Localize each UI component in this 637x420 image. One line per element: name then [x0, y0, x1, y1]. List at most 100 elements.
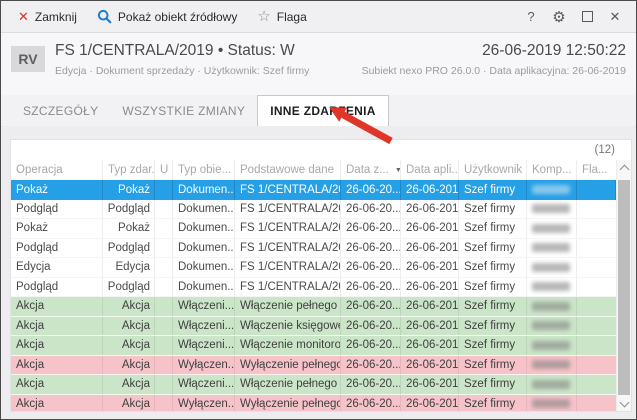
cell-typ-zdarzenia: Akcja	[103, 355, 155, 374]
cell-flaga	[577, 297, 616, 316]
column-header-operacja[interactable]: Operacja	[11, 160, 103, 180]
scrollbar-thumb[interactable]	[618, 180, 630, 395]
cell-operacja: Pokaż	[11, 180, 103, 200]
row-count: (12)	[594, 144, 615, 156]
cell-data-zdarzenia: 26-06-20...	[341, 297, 401, 316]
column-header-podstawowe-dane[interactable]: Podstawowe dane	[235, 160, 341, 180]
column-header-u[interactable]: U	[155, 160, 173, 180]
tab-inne-zdarzenia[interactable]: INNE ZDARZENIA	[257, 95, 389, 127]
tab-wszystkie-zmiany[interactable]: WSZYSTKIE ZMIANY	[110, 95, 257, 126]
cell-typ-obiektu: Dokumen...	[173, 238, 235, 257]
table-row[interactable]: AkcjaAkcja Wyłączen...Wyłączenie pełnego.…	[11, 394, 616, 412]
cell-data-zdarzenia: 26-06-20...	[341, 199, 401, 218]
cell-uzytkownik: Szef firmy	[459, 219, 527, 238]
cell-flaga	[577, 258, 616, 277]
scroll-up-button[interactable]	[617, 160, 631, 175]
scroll-down-button[interactable]	[617, 396, 631, 411]
close-window-button[interactable]: ✕	[602, 4, 628, 29]
document-title: FS 1/CENTRALA/2019 • Status: W	[55, 42, 295, 59]
redacted-value	[532, 379, 570, 389]
cell-flaga	[577, 200, 616, 219]
cell-uzytkownik: Szef firmy	[459, 316, 527, 335]
show-source-object-label: Pokaż obiekt źródłowy	[117, 9, 238, 24]
cell-podstawowe-dane: Wyłączenie pełnego...	[235, 394, 341, 411]
settings-button[interactable]: ⚙	[546, 4, 572, 29]
cell-uzytkownik: Szef firmy	[459, 180, 527, 200]
header-right: 26-06-2019 12:50:22 Subiekt nexo PRO 26.…	[362, 33, 626, 95]
cell-data-aplikacyjna: 26-06-2019	[401, 238, 459, 257]
redacted-value	[532, 321, 570, 331]
cell-data-aplikacyjna: 26-06-2019	[401, 297, 459, 316]
close-document-button[interactable]: ✕ Zamknij	[9, 4, 86, 29]
redacted-value	[532, 399, 570, 409]
cell-uzytkownik: Szef firmy	[459, 297, 527, 316]
event-timestamp: 26-06-2019 12:50:22	[482, 42, 626, 59]
redacted-value	[532, 301, 570, 311]
cell-typ-zdarzenia: Akcja	[103, 297, 155, 316]
column-header-data-aplikacyjna[interactable]: Data apli...	[401, 160, 459, 180]
cell-uzytkownik: Szef firmy	[459, 258, 527, 277]
cell-data-zdarzenia: 26-06-20...	[341, 394, 401, 411]
table-row[interactable]: PokażPokaż Dokumen...FS 1/CENTRALA/201...…	[11, 180, 616, 200]
help-button[interactable]: ?	[518, 4, 544, 29]
cell-komputer	[527, 316, 577, 335]
column-header-data-zdarzenia[interactable]: Data z... ▼	[341, 160, 401, 180]
cell-data-aplikacyjna: 26-06-2019	[401, 316, 459, 335]
table-row[interactable]: Akcja Akcja Włączeni... Włączenie monitoro.…	[11, 336, 616, 356]
cell-komputer	[527, 336, 577, 355]
cell-uzytkownik: Szef firmy	[459, 336, 527, 355]
cell-flaga	[577, 395, 616, 412]
cell-uzytkownik: Szef firmy	[459, 375, 527, 394]
table-row[interactable]: AkcjaAkcja Włączeni...Włączenie księgowe.…	[11, 316, 616, 336]
cell-podstawowe-dane: Włączenie pełnego ś...	[235, 375, 341, 394]
redacted-value	[532, 204, 570, 214]
table-body: PokażPokażDokumen...FS 1/CENTRALA/201...…	[11, 180, 616, 411]
cell-podstawowe-dane: Włączenie monitoro...	[235, 336, 341, 355]
cell-uzytkownik: Szef firmy	[459, 355, 527, 374]
cell-podstawowe-dane: FS 1/CENTRALA/201...	[235, 238, 341, 257]
table-row[interactable]: EdycjaEdycja Dokumen...FS 1/CENTRALA/201.…	[11, 258, 616, 278]
table-row[interactable]: AkcjaAkcja Włączeni...Włączenie pełnego ś…	[11, 297, 616, 317]
cell-flaga	[577, 375, 616, 394]
tab-szczegoly[interactable]: SZCZEGÓŁY	[11, 95, 110, 126]
cell-operacja: Akcja	[11, 375, 103, 394]
table-row[interactable]: PodglądPodgląd Dokumen...FS 1/CENTRALA/20…	[11, 277, 616, 297]
cell-u	[155, 297, 173, 316]
close-red-icon: ✕	[18, 9, 29, 24]
table-row[interactable]: AkcjaAkcja Wyłączen...Wyłączenie pełnego.…	[11, 355, 616, 375]
vertical-scrollbar[interactable]	[616, 160, 631, 411]
cell-data-zdarzenia: 26-06-20...	[341, 219, 401, 238]
search-icon	[97, 9, 112, 24]
table-row[interactable]: PodglądPodgląd Dokumen...FS 1/CENTRALA/20…	[11, 199, 616, 219]
cell-podstawowe-dane: FS 1/CENTRALA/201...	[235, 199, 341, 218]
cell-typ-zdarzenia: Podgląd	[103, 238, 155, 257]
cell-typ-zdarzenia: Edycja	[103, 258, 155, 277]
column-header-uzytkownik[interactable]: Użytkownik	[459, 160, 527, 180]
maximize-icon	[581, 11, 593, 22]
cell-komputer	[527, 297, 577, 316]
cell-typ-obiektu: Włączeni...	[173, 297, 235, 316]
column-header-komputer[interactable]: Komp...	[527, 160, 577, 180]
cell-flaga	[577, 239, 616, 258]
maximize-button[interactable]	[574, 4, 600, 29]
cell-flaga	[577, 180, 616, 200]
cell-data-zdarzenia: 26-06-20...	[341, 258, 401, 277]
column-header-typ-obiektu[interactable]: Typ obie...	[173, 160, 235, 180]
redacted-value	[532, 282, 570, 292]
column-header-flaga[interactable]: Fla...	[577, 160, 616, 180]
cell-data-aplikacyjna: 26-06-2019	[401, 394, 459, 411]
row-count-bar: (12)	[11, 140, 631, 160]
redacted-value	[532, 262, 570, 272]
close-document-label: Zamknij	[34, 9, 77, 24]
flag-button[interactable]: ☆ Flaga	[248, 4, 315, 29]
table-row[interactable]: AkcjaAkcja Włączeni...Włączenie pełnego ś…	[11, 375, 616, 395]
cell-podstawowe-dane: FS 1/CENTRALA/201...	[235, 258, 341, 277]
column-header-typ-zdarzenia[interactable]: Typ zdar...	[103, 160, 155, 180]
cell-data-zdarzenia: 26-06-20...	[341, 316, 401, 335]
cell-u	[155, 394, 173, 411]
show-source-object-button[interactable]: Pokaż obiekt źródłowy	[88, 4, 246, 29]
chevron-up-icon	[619, 164, 629, 174]
table-row[interactable]: PodglądPodgląd Dokumen...FS 1/CENTRALA/20…	[11, 238, 616, 258]
table-row[interactable]: PokażPokaż Dokumen...FS 1/CENTRALA/201...…	[11, 219, 616, 239]
cell-u	[155, 336, 173, 355]
